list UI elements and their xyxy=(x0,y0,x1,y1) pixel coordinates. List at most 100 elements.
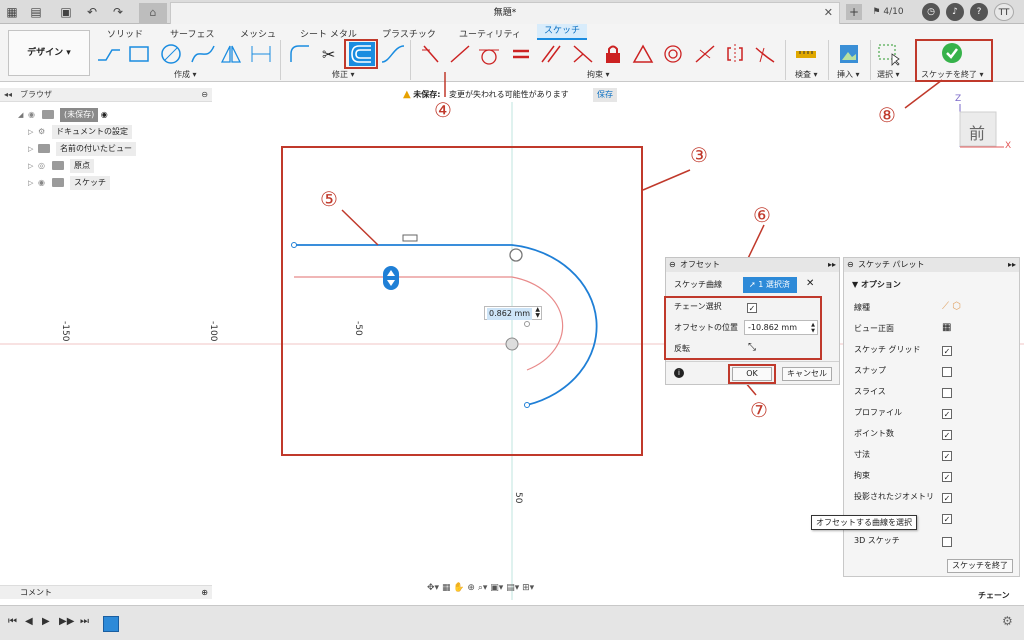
tab-utility[interactable]: ユーティリティ xyxy=(459,27,521,40)
tab-plastic[interactable]: プラスチック xyxy=(382,27,436,40)
tab-mesh[interactable]: メッシュ xyxy=(240,27,276,40)
midpoint-constraint-icon[interactable] xyxy=(692,42,718,66)
mirror-tool-icon[interactable] xyxy=(218,42,244,66)
cancel-button[interactable]: キャンセル xyxy=(782,367,832,381)
add-comment-icon[interactable]: ⊕ xyxy=(201,586,208,600)
expand-arrows-icon[interactable]: ▸▸ xyxy=(1008,258,1016,272)
finish-sketch-button[interactable]: スケッチを終了 xyxy=(947,559,1013,573)
timeline-end-icon[interactable]: ⏭ xyxy=(80,616,89,627)
select-window-icon[interactable] xyxy=(876,42,902,66)
timeline-settings-gear-icon[interactable]: ⚙ xyxy=(1002,614,1013,628)
new-tab-icon[interactable]: + xyxy=(846,4,862,20)
viewports-icon[interactable]: ⊞▾ xyxy=(522,583,534,593)
triangle-constraint-icon[interactable] xyxy=(630,42,656,66)
fix-lock-icon[interactable] xyxy=(600,42,626,66)
workspace-selector[interactable]: デザイン ▾ xyxy=(8,30,90,76)
redo-icon[interactable]: ↷ xyxy=(110,4,126,20)
timeline-play-icon[interactable]: ▶ xyxy=(42,616,50,627)
tree-item-sketches[interactable]: ▷ ◉ スケッチ xyxy=(28,176,110,190)
clear-selection-icon[interactable]: ✕ xyxy=(806,278,814,289)
line-tool-icon[interactable] xyxy=(96,42,122,66)
sketch-grid-checkbox[interactable]: ✓ xyxy=(942,346,952,356)
options-header[interactable]: ▼ オプション xyxy=(852,279,901,290)
insert-group-label[interactable]: 挿入 ▾ xyxy=(837,69,860,80)
hidden-option-checkbox[interactable]: ✓ xyxy=(942,514,952,524)
projected-geometry-checkbox[interactable]: ✓ xyxy=(942,493,952,503)
collapse-arrows-icon[interactable]: ◂◂ xyxy=(4,88,12,102)
expand-right-icon[interactable]: ▷ xyxy=(28,176,38,190)
hidden-eye-icon[interactable]: ◎ xyxy=(38,159,52,173)
info-icon[interactable]: i xyxy=(674,368,684,378)
visibility-eye-icon[interactable]: ◉ xyxy=(38,176,52,190)
browser-minimize-icon[interactable]: ⊖ xyxy=(201,88,208,102)
symmetry-constraint-icon[interactable] xyxy=(722,42,748,66)
document-tab[interactable]: 無題* ✕ xyxy=(170,2,840,24)
3d-sketch-checkbox[interactable] xyxy=(942,537,952,547)
concentric-constraint-icon[interactable] xyxy=(660,42,686,66)
tangent-constraint-icon[interactable] xyxy=(476,42,502,66)
measure-ruler-icon[interactable] xyxy=(793,42,819,66)
zoom-icon[interactable]: ⊕ xyxy=(467,583,475,593)
timeline-start-icon[interactable]: ⏮ xyxy=(8,616,17,627)
user-avatar[interactable]: TT xyxy=(994,3,1014,21)
dimension-tool-icon[interactable] xyxy=(248,42,274,66)
rectangle-tool-icon[interactable] xyxy=(126,42,152,66)
spinner-icon[interactable]: ▲ ▼ xyxy=(811,322,815,334)
create-group-label[interactable]: 作成 ▾ xyxy=(174,69,197,80)
curve-selection-button[interactable]: ➚ 1 選択済 xyxy=(743,277,797,293)
undo-icon[interactable]: ↶ xyxy=(84,4,100,20)
timeline-prev-icon[interactable]: ◀ xyxy=(25,616,33,627)
save-button[interactable]: 保存 xyxy=(593,88,617,102)
slice-checkbox[interactable] xyxy=(942,388,952,398)
fillet-tool-icon[interactable] xyxy=(287,42,313,66)
comment-bar[interactable]: コメント ⊕ xyxy=(0,585,212,599)
offset-position-input[interactable]: -10.862 mm ▲ ▼ xyxy=(744,320,818,335)
minimize-icon[interactable]: ⊖ xyxy=(847,258,854,272)
spline-tool-icon[interactable] xyxy=(190,42,216,66)
select-group-label[interactable]: 選択 ▾ xyxy=(877,69,900,80)
trim-scissors-icon[interactable]: ✂ xyxy=(316,42,342,66)
job-status[interactable]: ⚑ 4/10 xyxy=(868,4,908,20)
save-icon[interactable]: ▣ xyxy=(58,4,74,20)
browser-header[interactable]: ◂◂ ブラウザ ⊖ xyxy=(0,88,212,102)
dimension-value[interactable]: 0.862 mm xyxy=(487,308,533,320)
constraints-checkbox[interactable]: ✓ xyxy=(942,472,952,482)
display-mode-icon[interactable]: ▣▾ xyxy=(490,583,503,593)
constraint-group-label[interactable]: 拘束 ▾ xyxy=(587,69,610,80)
timeline-next-icon[interactable]: ▶▶ xyxy=(59,616,74,627)
offset-dimension-input[interactable]: 0.862 mm ▲ ▼ xyxy=(484,306,542,320)
notification-icon[interactable]: ♪ xyxy=(946,3,964,21)
modify-group-label[interactable]: 修正 ▾ xyxy=(332,69,355,80)
look-at-icon[interactable]: ▦ xyxy=(942,322,951,333)
palette-header[interactable]: ⊖ スケッチ パレット ▸▸ xyxy=(844,258,1019,272)
pan-hand-icon[interactable]: ✋ xyxy=(453,583,464,593)
expand-down-icon[interactable]: ◢ xyxy=(18,108,28,122)
home-tab[interactable]: ⌂ xyxy=(139,3,167,24)
circle-tool-icon[interactable] xyxy=(158,42,184,66)
file-icon[interactable]: ▤ xyxy=(28,4,44,20)
snap-checkbox[interactable] xyxy=(942,367,952,377)
linetype-icon[interactable]: ⟋ ⬡ xyxy=(942,301,961,312)
active-radio-icon[interactable]: ◉ xyxy=(101,110,108,119)
clock-icon[interactable]: ◷ xyxy=(922,3,940,21)
parallel-constraint-icon[interactable] xyxy=(538,42,564,66)
tree-item-named-views[interactable]: ▷ 名前の付いたビュー xyxy=(28,142,136,156)
tree-item-root[interactable]: ◢ ◉ (未保存) ◉ xyxy=(18,108,108,122)
look-at-icon[interactable]: ▦ xyxy=(442,583,451,593)
minimize-icon[interactable]: ⊖ xyxy=(669,258,676,272)
zoom-window-icon[interactable]: ⌕▾ xyxy=(478,583,488,593)
equal-constraint-icon[interactable] xyxy=(508,42,534,66)
expand-right-icon[interactable]: ▷ xyxy=(28,125,38,139)
tab-sketch[interactable]: スケッチ xyxy=(537,24,587,40)
orbit-icon[interactable]: ✥▾ xyxy=(427,583,439,593)
expand-right-icon[interactable]: ▷ xyxy=(28,142,38,156)
visibility-eye-icon[interactable]: ◉ xyxy=(28,108,42,122)
flip-arrows-icon[interactable]: ⤡ xyxy=(748,342,756,353)
timeline-sketch-feature[interactable] xyxy=(103,616,119,632)
expand-right-icon[interactable]: ▷ xyxy=(28,159,38,173)
close-tab-icon[interactable]: ✕ xyxy=(824,3,833,23)
tree-item-origin[interactable]: ▷ ◎ 原点 xyxy=(28,159,94,173)
viewcube-front-face[interactable]: 前 xyxy=(969,120,985,144)
grid-settings-icon[interactable]: ▤▾ xyxy=(506,583,519,593)
coincident-constraint-icon[interactable] xyxy=(418,42,444,66)
